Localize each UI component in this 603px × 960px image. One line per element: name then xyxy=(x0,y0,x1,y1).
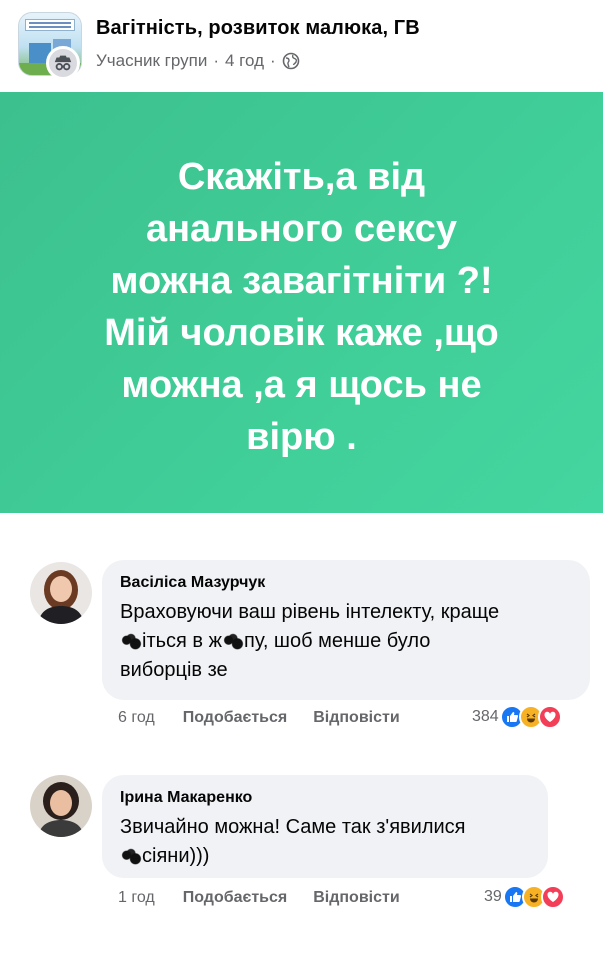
comment-author[interactable]: Васіліса Мазурчук xyxy=(120,574,572,592)
love-icon xyxy=(537,705,562,729)
reply-button[interactable]: Відповісти xyxy=(313,889,399,907)
comment-text-part: Враховуючи ваш рівень інтелекту, краще xyxy=(120,601,500,623)
post-header: Вагітність, розвиток малюка, ГВ Учасник … xyxy=(0,0,603,92)
member-role: Учасник групи xyxy=(96,51,208,70)
post-meta: Учасник групи · 4 год · xyxy=(96,51,300,71)
reaction-summary[interactable]: 384 xyxy=(472,705,562,729)
post-text-background: Скажіть,а від анального сексу можна зава… xyxy=(0,92,603,513)
globe-icon xyxy=(282,52,300,70)
comment-actions: 1 год Подобається Відповісти xyxy=(118,889,400,907)
like-button[interactable]: Подобається xyxy=(183,709,288,727)
group-name[interactable]: Вагітність, розвиток малюка, ГВ xyxy=(96,17,420,40)
post-time[interactable]: 4 год xyxy=(225,51,264,71)
censor-scribble xyxy=(221,632,244,651)
anonymous-member-icon xyxy=(46,46,80,80)
censor-scribble xyxy=(120,632,142,651)
comment-text-part: сіяни))) xyxy=(142,845,210,867)
reaction-count: 39 xyxy=(484,888,502,905)
reply-button[interactable]: Відповісти xyxy=(313,709,399,727)
censor-scribble xyxy=(120,847,142,866)
comment-bubble: Ірина Макаренко Звичайно можна! Саме так… xyxy=(102,775,548,878)
group-avatar-banner xyxy=(25,19,75,31)
avatar[interactable] xyxy=(30,775,92,837)
comment-author[interactable]: Ірина Макаренко xyxy=(120,789,530,807)
reaction-count: 384 xyxy=(472,708,499,725)
comment-time[interactable]: 6 год xyxy=(118,709,155,727)
comment-bubble: Васіліса Мазурчук Враховуючи ваш рівень … xyxy=(102,560,590,700)
comment-actions: 6 год Подобається Відповісти xyxy=(118,709,400,727)
comment-text: Враховуючи ваш рівень інтелекту, краще і… xyxy=(120,598,572,685)
comment-text: Звичайно можна! Саме так з'явилися сіяни… xyxy=(120,813,530,871)
comment-text-part: Звичайно можна! Саме так з'явилися xyxy=(120,816,466,838)
comment-text-part: іться в ж xyxy=(142,630,222,652)
post-text: Скажіть,а від анального сексу можна зава… xyxy=(104,155,499,458)
separator: · xyxy=(213,51,219,70)
avatar[interactable] xyxy=(30,562,92,624)
comment-time[interactable]: 1 год xyxy=(118,889,155,907)
reaction-summary[interactable]: 39 xyxy=(484,885,565,909)
separator: · xyxy=(270,51,276,70)
love-icon xyxy=(540,885,565,909)
like-button[interactable]: Подобається xyxy=(183,889,288,907)
